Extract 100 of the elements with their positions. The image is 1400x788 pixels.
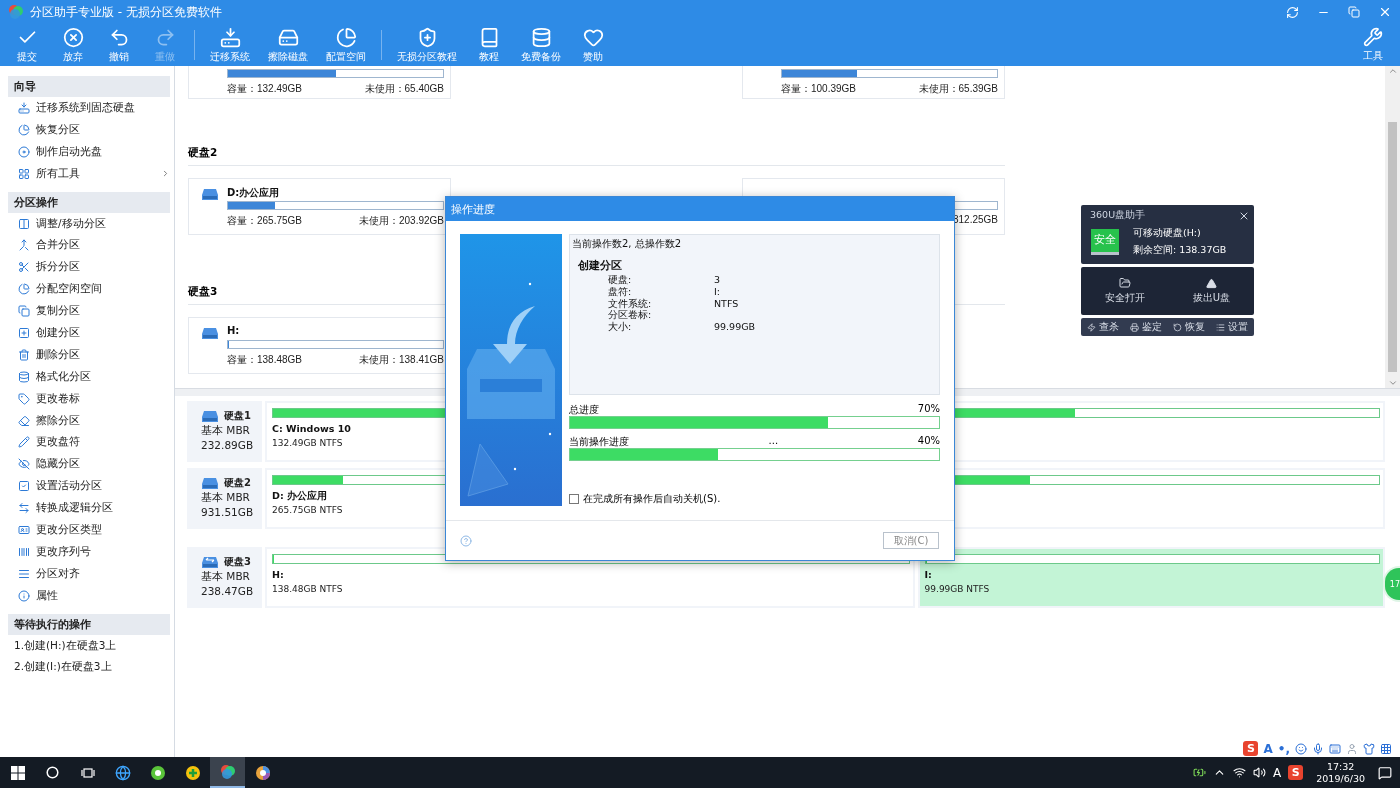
ime-logo[interactable]: S bbox=[1288, 765, 1304, 780]
partition-label: H: bbox=[227, 325, 240, 336]
widget-tool-button[interactable]: 查杀 bbox=[1086, 320, 1119, 334]
widget-tool-button[interactable]: 鉴定 bbox=[1129, 320, 1162, 334]
partition-label: H: bbox=[272, 569, 284, 580]
notification-icon[interactable] bbox=[1378, 765, 1392, 780]
drive-action-button[interactable]: 安全打开 bbox=[1098, 276, 1151, 306]
volume-icon[interactable] bbox=[1253, 766, 1267, 779]
input-mode-indicator[interactable]: A bbox=[1273, 765, 1282, 780]
search-icon[interactable] bbox=[46, 766, 59, 779]
scrollbar[interactable] bbox=[1385, 66, 1400, 388]
disk-name: 硬盘1 bbox=[224, 409, 251, 423]
sidebar-item[interactable]: 擦除分区 bbox=[8, 409, 170, 432]
sidebar-item[interactable]: 1.创建(H:)在硬盘3上 bbox=[8, 634, 170, 657]
partition-card[interactable]: D:办公应用 容量：265.75GB 未使用：203.92GB bbox=[188, 178, 451, 235]
capacity-text: 容量：100.39GB bbox=[781, 82, 857, 96]
microphone-icon[interactable] bbox=[1312, 742, 1324, 755]
sidebar-item[interactable]: 转换成逻辑分区 bbox=[8, 497, 170, 520]
sidebar-item[interactable]: 拆分分区 bbox=[8, 256, 170, 279]
detail-value: 3 bbox=[714, 274, 722, 286]
input-mode-indicator[interactable]: A bbox=[1263, 741, 1273, 756]
check-square-icon bbox=[18, 480, 30, 493]
checkbox[interactable] bbox=[569, 494, 579, 504]
arrows-icon bbox=[18, 502, 30, 515]
columns-icon bbox=[18, 217, 30, 230]
sidebar-item[interactable]: 创建分区 bbox=[8, 322, 170, 344]
sidebar-item[interactable]: 更改卷标 bbox=[8, 387, 170, 410]
sidebar-item[interactable]: 更改序列号 bbox=[8, 540, 170, 563]
sidebar-item[interactable]: 制作启动光盘 bbox=[8, 140, 170, 163]
toolbar-button[interactable]: 配置空间 bbox=[317, 24, 375, 66]
smile-icon[interactable] bbox=[1295, 742, 1307, 755]
refresh-icon[interactable] bbox=[1286, 5, 1299, 19]
wifi-icon[interactable] bbox=[1233, 766, 1247, 779]
task-view-icon[interactable] bbox=[80, 766, 95, 779]
toolbar-button[interactable]: 无损分区教程 bbox=[388, 24, 466, 66]
detail-value: I: bbox=[714, 285, 721, 298]
toolbar-button[interactable]: 放弃 bbox=[50, 24, 96, 66]
sidebar-item[interactable]: 分区对齐 bbox=[8, 562, 170, 585]
widget-tool-button[interactable]: 恢复 bbox=[1173, 320, 1206, 334]
sidebar-item[interactable]: 迁移系统到固态硬盘 bbox=[8, 97, 170, 119]
partition-card[interactable]: 容量：100.39GB 未使用：65.39GB bbox=[742, 66, 1005, 99]
sidebar-item[interactable]: 格式化分区 bbox=[8, 365, 170, 388]
sidebar-item[interactable]: 更改分区类型 bbox=[8, 519, 170, 541]
sidebar-item[interactable]: 设置活动分区 bbox=[8, 475, 170, 498]
pencil-icon bbox=[18, 436, 30, 449]
sidebar-item[interactable]: 所有工具 bbox=[8, 162, 170, 185]
toolbar-button[interactable]: 提交 bbox=[4, 24, 50, 66]
toolbar-button[interactable]: 撤销 bbox=[96, 24, 142, 66]
sidebar-item[interactable]: 复制分区 bbox=[8, 300, 170, 322]
sidebar-item[interactable]: 恢复分区 bbox=[8, 118, 170, 141]
partition-block[interactable]: I: 99.99GB NTFS bbox=[917, 547, 1385, 608]
info-icon bbox=[18, 589, 30, 602]
detail-label: 硬盘: bbox=[608, 274, 633, 286]
toolbar-button[interactable]: 工具 bbox=[1350, 24, 1396, 66]
folder-icon bbox=[1118, 277, 1131, 289]
color-wheel-icon bbox=[254, 764, 271, 781]
drive-action-button[interactable]: 拔出U盘 bbox=[1186, 276, 1237, 306]
widget-tool-button[interactable]: 设置 bbox=[1216, 320, 1249, 334]
partition-label: D:办公应用 bbox=[227, 187, 280, 198]
toolbar-button[interactable]: 赞助 bbox=[570, 24, 616, 66]
toolbar-button[interactable]: 免费备份 bbox=[512, 24, 570, 66]
disk-info-panel[interactable]: 硬盘2 基本 MBR 931.51GB bbox=[187, 468, 262, 529]
drive-name: 可移动硬盘(H:) bbox=[1133, 227, 1202, 240]
keyboard-icon[interactable] bbox=[1329, 742, 1341, 755]
scrollbar-thumb[interactable] bbox=[1388, 122, 1397, 372]
shirt-icon[interactable] bbox=[1363, 742, 1375, 755]
windows-start-icon[interactable] bbox=[10, 765, 25, 780]
disk-size: 931.51GB bbox=[201, 506, 255, 518]
sidebar-item[interactable]: 2.创建(I:)在硬盘3上 bbox=[8, 656, 170, 679]
unused-text: 未使用：65.40GB bbox=[364, 82, 444, 96]
restore-icon[interactable] bbox=[1348, 6, 1360, 18]
ime-logo[interactable]: S bbox=[1243, 741, 1259, 756]
sidebar-item[interactable]: 属性 bbox=[8, 584, 170, 607]
toolbar-button[interactable]: 擦除磁盘 bbox=[259, 24, 317, 66]
progress-percent: 70% bbox=[917, 403, 940, 416]
grid-icon[interactable] bbox=[1380, 742, 1392, 755]
barcode-icon bbox=[18, 545, 30, 558]
copy-icon bbox=[18, 305, 30, 318]
scissors-icon bbox=[18, 261, 30, 274]
cancel-button[interactable]: 取消(C) bbox=[883, 532, 939, 549]
sidebar-item[interactable]: 合并分区 bbox=[8, 234, 170, 257]
app-logo-icon bbox=[8, 4, 24, 20]
toolbar-button[interactable]: 教程 bbox=[466, 24, 512, 66]
partition-card[interactable]: 容量：132.49GB 未使用：65.40GB bbox=[188, 66, 451, 99]
disk-type: 基本 MBR bbox=[201, 491, 251, 505]
disk-info-panel[interactable]: 硬盘3 基本 MBR 238.47GB bbox=[187, 547, 262, 608]
clock[interactable]: 17:32 2019/6/30 bbox=[1310, 760, 1371, 785]
sidebar-item[interactable]: 删除分区 bbox=[8, 343, 170, 366]
sidebar-item[interactable]: 隐藏分区 bbox=[8, 453, 170, 476]
sidebar-item[interactable]: 更改盘符 bbox=[8, 431, 170, 454]
punctuation-indicator[interactable]: •, bbox=[1277, 741, 1290, 756]
disk-info-panel[interactable]: 硬盘1 基本 MBR 232.89GB bbox=[187, 401, 262, 462]
sidebar-item[interactable]: 调整/移动分区 bbox=[8, 212, 170, 235]
sidebar-item[interactable]: 分配空闲空间 bbox=[8, 278, 170, 301]
drive-icon bbox=[201, 188, 219, 201]
battery-icon[interactable] bbox=[1193, 766, 1207, 779]
toolbar-button[interactable]: 迁移系统 bbox=[201, 24, 259, 66]
list-icon bbox=[1216, 322, 1226, 332]
drive-icon bbox=[201, 327, 219, 340]
unused-text: 312.25GB bbox=[952, 214, 998, 225]
